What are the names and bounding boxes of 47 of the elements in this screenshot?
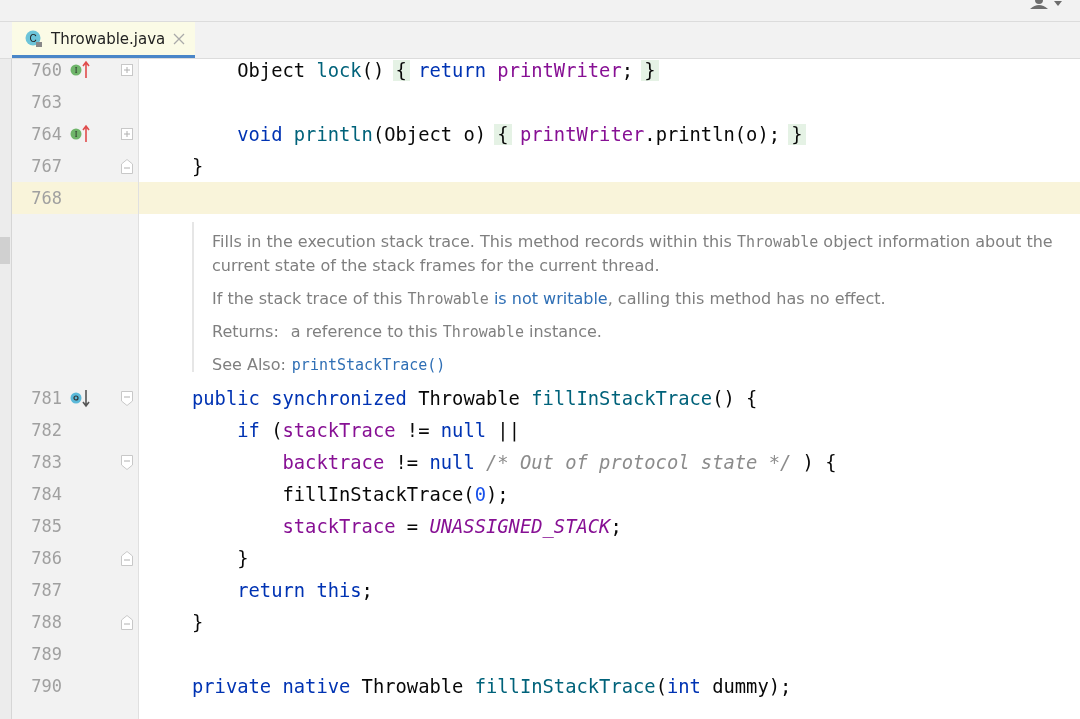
line-number: 787 (30, 580, 62, 600)
doc-link[interactable]: printStackTrace() (291, 353, 446, 377)
fold-expand-icon[interactable] (121, 128, 133, 140)
line-number: 767 (30, 156, 62, 176)
line-number: 764 (30, 124, 62, 144)
code-line: } (191, 154, 204, 179)
line-number: 788 (30, 612, 62, 632)
code-line: fillInStackTrace(0); (281, 482, 509, 507)
code-line: } (191, 610, 204, 635)
fold-expand-icon[interactable] (121, 64, 133, 76)
fold-end-icon[interactable] (121, 550, 133, 566)
line-number: 782 (30, 420, 62, 440)
line-number: 781 (30, 388, 62, 408)
line-number: 760 (30, 60, 62, 80)
overridden-down-icon[interactable] (70, 388, 92, 408)
fold-end-icon[interactable] (121, 158, 133, 174)
doc-tag-label: Returns: (212, 321, 279, 343)
code-line: private native Throwable fillInStackTrace(int dummy); (191, 674, 792, 699)
fold-end-icon[interactable] (121, 614, 133, 630)
fold-collapse-icon[interactable] (121, 454, 133, 470)
fold-collapse-icon[interactable] (121, 390, 133, 406)
code-line: if (stackTrace != null || (236, 418, 520, 444)
user-icon[interactable] (1030, 0, 1062, 9)
editor-tab[interactable]: C Throwable.java (12, 22, 196, 58)
doc-returns-text: a reference to this Throwable instance. (290, 321, 602, 343)
code-line: Object lock() { return printWriter; } (139, 59, 656, 86)
java-class-icon: C (25, 29, 43, 48)
code-line: stackTrace = UNASSIGNED_STACK; (281, 514, 622, 540)
line-number: 763 (30, 92, 62, 112)
doc-paragraph: Fills in the execution stack trace. This method records within this Throwable object information about the current state of the stack frames for the current thread. (212, 231, 1054, 277)
close-icon[interactable] (173, 32, 186, 45)
line-number: 783 (30, 452, 62, 472)
line-number: 789 (30, 644, 62, 664)
line-number: 785 (30, 516, 62, 536)
scroll-thumb[interactable] (0, 237, 10, 264)
line-number: 784 (30, 484, 62, 504)
code-line: public synchronized Throwable fillInStackTrace() { (191, 386, 758, 411)
code-line: backtrace != null /* Out of protocol state */ ) { (281, 450, 837, 475)
line-number: 790 (30, 676, 62, 696)
line-number: 786 (30, 548, 62, 568)
code-line: return this; (236, 578, 373, 603)
doc-tag-label: See Also: (212, 354, 286, 376)
code-line: } (236, 546, 249, 571)
doc-link[interactable]: is not writable (488, 289, 608, 308)
doc-paragraph: If the stack trace of this Throwable is not writable, calling this method has no effect. (212, 288, 887, 310)
code-line: void println(Object o) { printWriter.println(o); } (139, 118, 803, 150)
line-number: 768 (30, 188, 62, 208)
